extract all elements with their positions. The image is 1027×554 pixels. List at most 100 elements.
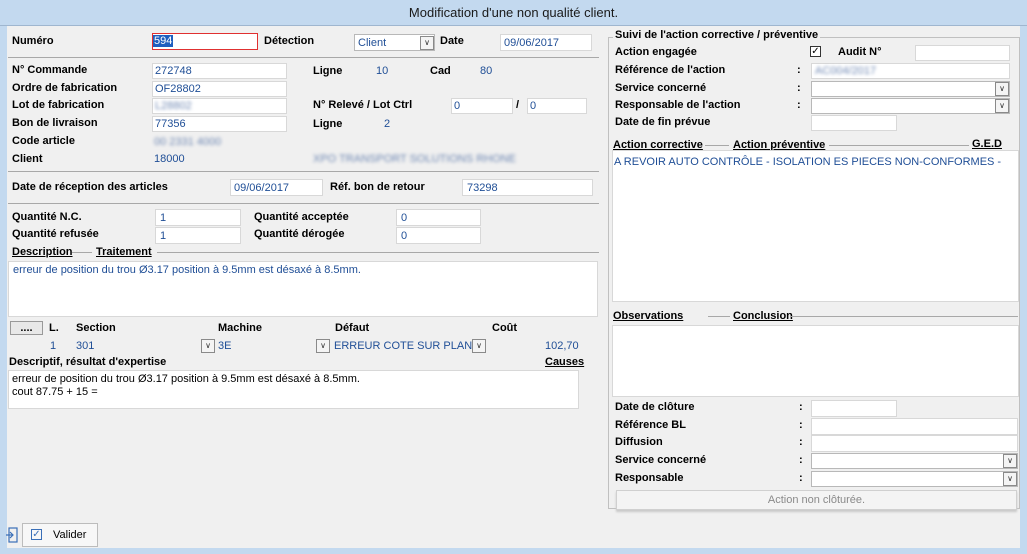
cloture-date-input[interactable]: [811, 400, 897, 417]
colon: :: [799, 401, 803, 413]
releve-input-1[interactable]: 0: [451, 98, 513, 114]
diffusion-input[interactable]: [811, 435, 1018, 452]
description-textarea[interactable]: erreur de position du trou Ø3.17 positio…: [8, 261, 598, 317]
col-l-header: L.: [49, 322, 59, 334]
colon: :: [797, 64, 801, 76]
qte-refusee-input[interactable]: 1: [155, 227, 241, 244]
retour-ref-value: 73298: [467, 182, 498, 194]
client-label: Client: [12, 153, 43, 165]
section-chevron-down-icon[interactable]: ∨: [201, 339, 215, 353]
col-cout-header: Coût: [492, 322, 518, 334]
releve-value-2: 0: [530, 100, 537, 112]
service-select[interactable]: ∨: [811, 81, 1010, 97]
bl-field[interactable]: 77356: [152, 116, 287, 132]
chevron-down-icon[interactable]: ∨: [995, 99, 1009, 113]
client-name: XPO TRANSPORT SOLUTIONS RHONE: [313, 153, 516, 165]
qte-derogee-label: Quantité dérogée: [254, 228, 345, 240]
commande-field[interactable]: 272748: [152, 63, 287, 79]
date-fin-input[interactable]: [811, 115, 897, 131]
observations-textarea[interactable]: [612, 325, 1019, 397]
detection-select[interactable]: Client ∨: [354, 34, 435, 51]
chevron-down-icon[interactable]: ∨: [1003, 454, 1017, 468]
qte-refusee-label: Quantité refusée: [12, 228, 99, 240]
tab-connector: [708, 316, 730, 317]
reception-date-input[interactable]: 09/06/2017: [230, 179, 323, 196]
cad-label: Cad: [430, 65, 451, 77]
of-field[interactable]: OF28802: [152, 81, 287, 97]
date-label: Date: [440, 35, 464, 47]
machine-chevron-down-icon[interactable]: ∨: [316, 339, 330, 353]
tab-line: [157, 252, 599, 253]
divider: [8, 57, 599, 58]
article-label: Code article: [12, 135, 75, 147]
tab-conclusion[interactable]: Conclusion: [733, 309, 793, 323]
causes-link[interactable]: Causes: [545, 355, 584, 369]
commande-value: 272748: [155, 65, 192, 77]
corrective-text: A REVOIR AUTO CONTRÔLE - ISOLATION ES PI…: [614, 156, 1002, 168]
colon: :: [797, 82, 801, 94]
reception-date-value: 09/06/2017: [234, 182, 290, 194]
chevron-down-icon[interactable]: ∨: [995, 82, 1009, 96]
date-input[interactable]: 09/06/2017: [500, 34, 592, 51]
chevron-down-icon[interactable]: ∨: [420, 36, 434, 50]
service-label: Service concerné: [615, 82, 707, 94]
qte-derogee-input[interactable]: 0: [396, 227, 481, 244]
date-fin-label: Date de fin prévue: [615, 116, 711, 128]
more-button[interactable]: ....: [10, 321, 43, 335]
qte-nc-input[interactable]: 1: [155, 209, 241, 226]
reference-value: AC004/2017: [815, 65, 877, 77]
row-defaut-value: ERREUR COTE SUR PLAN: [334, 340, 473, 352]
detection-label: Détection: [264, 35, 315, 47]
numero-input[interactable]: 594: [152, 33, 258, 50]
retour-ref-input[interactable]: 73298: [462, 179, 593, 196]
action-status-button[interactable]: Action non clôturée.: [616, 490, 1017, 510]
cloture-bl-label: Référence BL: [615, 419, 686, 431]
cloture-bl-input[interactable]: [811, 418, 1018, 435]
corrective-textarea[interactable]: A REVOIR AUTO CONTRÔLE - ISOLATION ES PI…: [612, 150, 1019, 302]
window-border-right: [1020, 26, 1027, 554]
engagee-checkbox[interactable]: ✓: [810, 46, 821, 57]
qte-acceptee-input[interactable]: 0: [396, 209, 481, 226]
tab-ged[interactable]: G.E.D: [972, 137, 1002, 151]
window-border-left: [0, 26, 7, 554]
reference-label: Référence de l'action: [615, 64, 726, 76]
exit-icon[interactable]: [5, 527, 19, 543]
colon: :: [799, 472, 803, 484]
tab-description[interactable]: Description: [12, 245, 73, 259]
numero-value: 594: [153, 35, 174, 47]
tab-line: [829, 145, 969, 146]
colon: :: [799, 436, 803, 448]
releve-separator: /: [516, 99, 520, 111]
bl-label: Bon de livraison: [12, 117, 98, 129]
check-icon: ✓: [31, 529, 42, 540]
valider-label: Valider: [53, 529, 87, 541]
lot-field[interactable]: L28802: [152, 98, 287, 114]
expertise-textarea[interactable]: erreur de position du trou Ø3.17 positio…: [8, 370, 579, 409]
defaut-chevron-down-icon[interactable]: ∨: [472, 339, 486, 353]
chevron-down-icon[interactable]: ∨: [1003, 472, 1017, 486]
reference-input[interactable]: AC004/2017: [811, 63, 1010, 79]
diffusion-label: Diffusion: [615, 436, 663, 448]
colon: :: [799, 454, 803, 466]
row-machine-value: 3E: [218, 340, 232, 352]
releve-input-2[interactable]: 0: [527, 98, 587, 114]
of-label: Ordre de fabrication: [12, 82, 118, 94]
cloture-date-label: Date de clôture: [615, 401, 695, 413]
audit-input[interactable]: [915, 45, 1010, 61]
cloture-responsable-select[interactable]: ∨: [811, 471, 1018, 487]
valider-button[interactable]: ✓ Valider: [22, 523, 98, 547]
tab-observations[interactable]: Observations: [613, 309, 683, 323]
audit-label: Audit N°: [838, 46, 882, 58]
numero-label: Numéro: [12, 35, 54, 47]
cloture-service-select[interactable]: ∨: [811, 453, 1018, 469]
col-section-header: Section: [76, 322, 116, 334]
responsable-select[interactable]: ∨: [811, 98, 1010, 114]
article-value: 00 2331 4000: [154, 136, 222, 148]
ligne1-value: 10: [376, 65, 389, 77]
cloture-service-label: Service concerné: [615, 454, 707, 466]
date-value: 09/06/2017: [504, 37, 560, 49]
divider: [8, 171, 599, 172]
qte-acceptee-label: Quantité acceptée: [254, 211, 349, 223]
cad-value: 80: [480, 65, 493, 77]
tab-traitement[interactable]: Traitement: [96, 245, 152, 259]
